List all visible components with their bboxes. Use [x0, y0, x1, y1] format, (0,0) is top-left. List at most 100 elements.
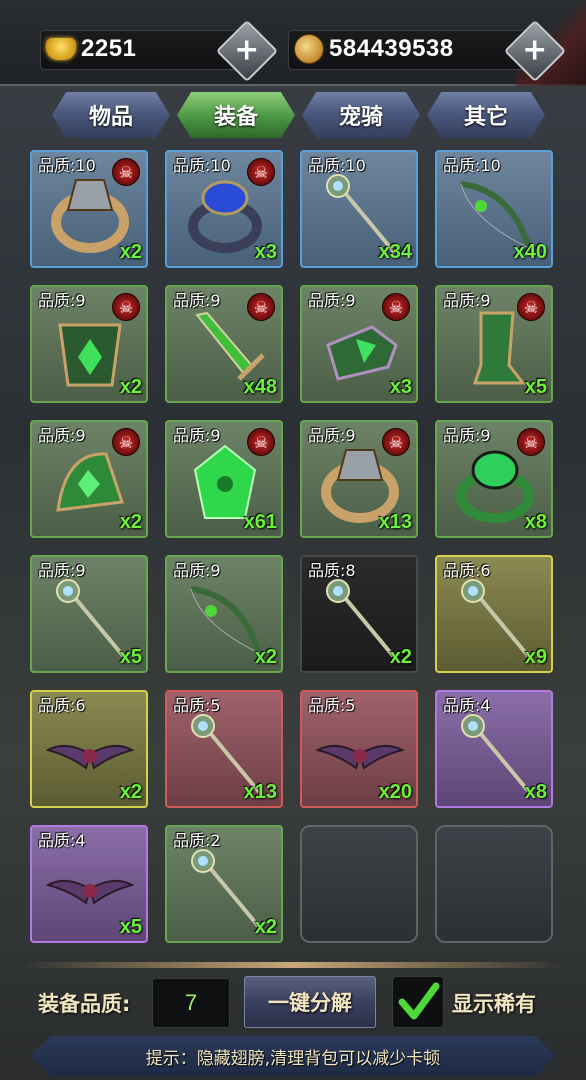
- quality-label: 品质:9: [38, 561, 86, 580]
- quality-label: 品质:9: [38, 426, 86, 445]
- skull-icon: ☠: [112, 428, 140, 456]
- quality-label: 品质:9: [308, 291, 356, 310]
- skull-icon: ☠: [517, 293, 545, 321]
- inventory-slot[interactable]: 品质:4 x5: [30, 825, 148, 943]
- inventory-slot[interactable]: 品质:10 x34: [300, 150, 418, 268]
- inventory-slot[interactable]: 品质:6 x2: [30, 690, 148, 808]
- show-rare-label: 显示稀有: [452, 992, 536, 1016]
- item-count: x8: [524, 511, 547, 533]
- inventory-slot[interactable]: 品质:9 ☠ x61: [165, 420, 283, 538]
- quality-label: 品质:9: [173, 291, 221, 310]
- item-count: x8: [524, 781, 547, 803]
- inventory-slot[interactable]: 品质:6 x9: [435, 555, 553, 673]
- inventory-slot[interactable]: 品质:4 x8: [435, 690, 553, 808]
- item-count: x40: [513, 241, 547, 263]
- item-count: x13: [378, 511, 412, 533]
- coin-resource-bar: 584439538 +: [288, 19, 567, 83]
- tab-other[interactable]: 其它: [427, 92, 545, 138]
- inventory-slot[interactable]: 品质:9 ☠ x2: [30, 285, 148, 403]
- quality-label: 品质:6: [443, 561, 491, 580]
- item-count: x2: [119, 781, 142, 803]
- tip-bar: 提示：隐藏翅膀,清理背包可以减少卡顿: [30, 1036, 556, 1076]
- empty-slot[interactable]: [300, 825, 418, 943]
- equipment-quality-label: 装备品质:: [38, 992, 131, 1016]
- tab-equipment[interactable]: 装备: [177, 92, 295, 138]
- inventory-slot[interactable]: 品质:9 ☠ x2: [30, 420, 148, 538]
- quality-label: 品质:8: [308, 561, 356, 580]
- coin-value: 584439538: [329, 35, 454, 62]
- inventory-slot[interactable]: 品质:10 ☠ x3: [165, 150, 283, 268]
- inventory-grid: 品质:10 ☠ x2 品质:10 ☠ x3 品质:10 x34 品质:10 x40 品质:9 ☠ x2 品…: [30, 150, 556, 950]
- item-count: x2: [389, 646, 412, 668]
- item-count: x5: [119, 916, 142, 938]
- item-count: x5: [119, 646, 142, 668]
- item-count: x5: [524, 376, 547, 398]
- quality-label: 品质:9: [38, 291, 86, 310]
- item-count: x13: [243, 781, 277, 803]
- quality-label: 品质:4: [443, 696, 491, 715]
- bottom-controls: 装备品质: 7 一键分解 显示稀有: [0, 970, 586, 1034]
- quality-label: 品质:10: [443, 156, 501, 175]
- inventory-slot[interactable]: 品质:9 ☠ x13: [300, 420, 418, 538]
- inventory-slot[interactable]: 品质:9 ☠ x48: [165, 285, 283, 403]
- inventory-slot[interactable]: 品质:9 ☠ x3: [300, 285, 418, 403]
- skull-icon: ☠: [247, 428, 275, 456]
- item-count: x2: [254, 646, 277, 668]
- plus-icon: +: [234, 32, 260, 68]
- inventory-slot[interactable]: 品质:5 x20: [300, 690, 418, 808]
- inventory-slot[interactable]: 品质:8 x2: [300, 555, 418, 673]
- gold-ingot-icon: [43, 33, 79, 65]
- quality-label: 品质:2: [173, 831, 221, 850]
- inventory-slot[interactable]: 品质:9 x2: [165, 555, 283, 673]
- quality-label: 品质:5: [173, 696, 221, 715]
- item-count: x2: [119, 376, 142, 398]
- skull-icon: ☠: [382, 293, 410, 321]
- quality-label: 品质:10: [173, 156, 231, 175]
- item-count: x34: [378, 241, 412, 263]
- quality-label: 品质:10: [38, 156, 96, 175]
- divider: [20, 962, 566, 968]
- gold-resource-bar: 2251 +: [40, 19, 279, 83]
- quality-label: 品质:9: [443, 426, 491, 445]
- skull-icon: ☠: [112, 293, 140, 321]
- inventory-slot[interactable]: 品质:10 ☠ x2: [30, 150, 148, 268]
- quality-input[interactable]: 7: [152, 978, 230, 1028]
- skull-icon: ☠: [517, 428, 545, 456]
- tab-mounts[interactable]: 宠骑: [302, 92, 420, 138]
- item-count: x3: [389, 376, 412, 398]
- decompose-all-button[interactable]: 一键分解: [244, 976, 376, 1028]
- skull-icon: ☠: [247, 158, 275, 186]
- item-count: x3: [254, 241, 277, 263]
- inventory-slot[interactable]: 品质:9 ☠ x8: [435, 420, 553, 538]
- inventory-slot[interactable]: 品质:5 x13: [165, 690, 283, 808]
- skull-icon: ☠: [382, 428, 410, 456]
- inventory-slot[interactable]: 品质:9 ☠ x5: [435, 285, 553, 403]
- item-count: x2: [119, 511, 142, 533]
- quality-label: 品质:9: [173, 426, 221, 445]
- inventory-slot[interactable]: 品质:9 x5: [30, 555, 148, 673]
- item-count: x61: [243, 511, 277, 533]
- inventory-slot[interactable]: 品质:2 x2: [165, 825, 283, 943]
- item-count: x9: [524, 646, 547, 668]
- quality-label: 品质:9: [443, 291, 491, 310]
- item-count: x20: [378, 781, 412, 803]
- quality-label: 品质:9: [308, 426, 356, 445]
- item-count: x2: [254, 916, 277, 938]
- item-count: x2: [119, 241, 142, 263]
- show-rare-checkbox[interactable]: [392, 976, 444, 1028]
- inventory-tabs: 物品 装备 宠骑 其它: [52, 88, 548, 140]
- empty-slot[interactable]: [435, 825, 553, 943]
- item-count: x48: [243, 376, 277, 398]
- quality-label: 品质:4: [38, 831, 86, 850]
- quality-label: 品质:5: [308, 696, 356, 715]
- inventory-slot[interactable]: 品质:10 x40: [435, 150, 553, 268]
- gold-value: 2251: [81, 35, 137, 62]
- skull-icon: ☠: [247, 293, 275, 321]
- skull-icon: ☠: [112, 158, 140, 186]
- checkmark-icon: [398, 982, 440, 1020]
- tab-items[interactable]: 物品: [52, 92, 170, 138]
- quality-label: 品质:9: [173, 561, 221, 580]
- quality-label: 品质:6: [38, 696, 86, 715]
- plus-icon: +: [522, 32, 548, 68]
- quality-label: 品质:10: [308, 156, 366, 175]
